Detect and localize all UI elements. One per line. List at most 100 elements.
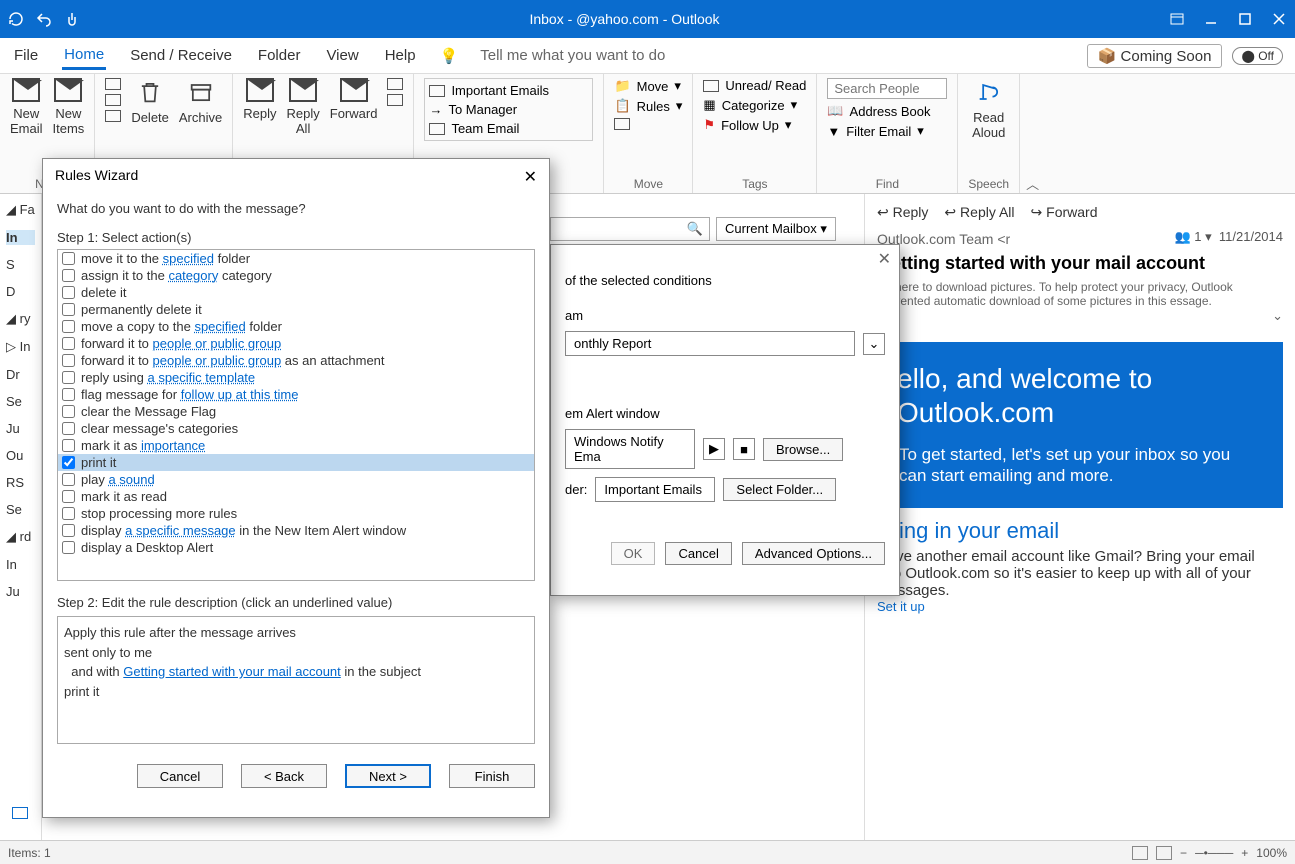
action-link[interactable]: a specific template bbox=[147, 370, 255, 385]
action-link[interactable]: follow up at this time bbox=[181, 387, 299, 402]
action-link[interactable]: a specific message bbox=[125, 523, 236, 538]
search-input[interactable]: 🔍 bbox=[550, 217, 710, 241]
zoom-out-button[interactable]: − bbox=[1180, 846, 1187, 860]
action-checkbox[interactable] bbox=[62, 269, 75, 282]
action-item[interactable]: play a sound bbox=[58, 471, 534, 488]
folder-item[interactable]: D bbox=[6, 284, 35, 299]
undo-icon[interactable] bbox=[36, 11, 52, 27]
action-checkbox[interactable] bbox=[62, 524, 75, 537]
close-icon[interactable]: ✕ bbox=[524, 167, 537, 187]
action-checkbox[interactable] bbox=[62, 388, 75, 401]
folder-item[interactable]: ▷ In bbox=[6, 339, 35, 355]
action-checkbox[interactable] bbox=[62, 541, 75, 554]
action-checkbox[interactable] bbox=[62, 422, 75, 435]
close-icon[interactable]: ✕ bbox=[878, 249, 891, 269]
followup-button[interactable]: ⚑Follow Up ▾ bbox=[703, 117, 806, 133]
folder-item[interactable]: Se bbox=[6, 502, 35, 517]
folder-item[interactable]: RS bbox=[6, 475, 35, 490]
setup-link[interactable]: Set it up bbox=[877, 599, 1283, 614]
reply-all-action[interactable]: ↩ Reply All bbox=[944, 204, 1014, 221]
read-aloud-button[interactable]: Read Aloud bbox=[968, 78, 1009, 140]
finish-button[interactable]: Finish bbox=[449, 764, 535, 788]
folder-item[interactable]: Ou bbox=[6, 448, 35, 463]
action-checkbox[interactable] bbox=[62, 439, 75, 452]
cancel-button[interactable]: Cancel bbox=[137, 764, 223, 788]
move-button[interactable]: 📁Move ▾ bbox=[614, 78, 682, 94]
view-reading-icon[interactable] bbox=[1156, 846, 1172, 860]
more-respond-icon[interactable] bbox=[387, 94, 403, 106]
minimize-icon[interactable] bbox=[1203, 11, 1219, 27]
action-item[interactable]: delete it bbox=[58, 284, 534, 301]
actions-list[interactable]: move it to the specified folderassign it… bbox=[57, 249, 535, 581]
next-button[interactable]: Next > bbox=[345, 764, 431, 788]
action-checkbox[interactable] bbox=[62, 303, 75, 316]
folder-item[interactable]: S bbox=[6, 257, 35, 272]
reply-button[interactable]: Reply bbox=[243, 78, 276, 121]
action-item[interactable]: display a Desktop Alert bbox=[58, 539, 534, 556]
action-item[interactable]: flag message for follow up at this time bbox=[58, 386, 534, 403]
action-item[interactable]: reply using a specific template bbox=[58, 369, 534, 386]
rules-button[interactable]: 📋Rules ▾ bbox=[614, 98, 682, 114]
action-item[interactable]: forward it to people or public group bbox=[58, 335, 534, 352]
new-email-button[interactable]: New Email bbox=[10, 78, 43, 136]
action-link[interactable]: people or public group bbox=[153, 336, 282, 351]
back-button[interactable]: < Back bbox=[241, 764, 327, 788]
folder-item[interactable]: In bbox=[6, 557, 35, 572]
tell-me-input[interactable]: Tell me what you want to do bbox=[480, 47, 665, 64]
action-checkbox[interactable] bbox=[62, 320, 75, 333]
advanced-button[interactable]: Advanced Options... bbox=[742, 542, 885, 565]
delete-button[interactable]: Delete bbox=[131, 78, 169, 125]
tab-home[interactable]: Home bbox=[62, 42, 106, 70]
expand-caret-icon[interactable]: ⌄ bbox=[877, 308, 1283, 324]
forward-action[interactable]: ↪ Forward bbox=[1031, 204, 1098, 221]
action-item[interactable]: stop processing more rules bbox=[58, 505, 534, 522]
action-checkbox[interactable] bbox=[62, 507, 75, 520]
new-items-button[interactable]: New Items bbox=[53, 78, 85, 136]
maximize-icon[interactable] bbox=[1237, 11, 1253, 27]
action-item[interactable]: mark it as importance bbox=[58, 437, 534, 454]
action-item[interactable]: forward it to people or public group as … bbox=[58, 352, 534, 369]
qs-manager[interactable]: →To Manager bbox=[429, 102, 588, 117]
action-link[interactable]: category bbox=[168, 268, 218, 283]
qs-important[interactable]: Important Emails bbox=[429, 83, 588, 98]
action-item[interactable]: clear the Message Flag bbox=[58, 403, 534, 420]
onenote-button[interactable] bbox=[614, 118, 682, 130]
select-folder-button[interactable]: Select Folder... bbox=[723, 478, 836, 501]
action-checkbox[interactable] bbox=[62, 371, 75, 384]
action-link[interactable]: people or public group bbox=[153, 353, 282, 368]
play-icon[interactable]: ▶ bbox=[703, 438, 725, 460]
folder-item[interactable]: Dr bbox=[6, 367, 35, 382]
tab-help[interactable]: Help bbox=[383, 43, 418, 68]
subject-link[interactable]: Getting started with your mail account bbox=[123, 664, 341, 679]
action-link[interactable]: a sound bbox=[108, 472, 154, 487]
stop-icon[interactable]: ■ bbox=[733, 438, 755, 460]
ignore-icon[interactable] bbox=[105, 78, 121, 90]
action-item[interactable]: move it to the specified folder bbox=[58, 250, 534, 267]
archive-button[interactable]: Archive bbox=[179, 78, 222, 125]
meeting-icon[interactable] bbox=[387, 78, 403, 90]
junk-icon[interactable] bbox=[105, 110, 121, 122]
dropdown-icon[interactable]: ⌄ bbox=[863, 333, 885, 355]
reply-action[interactable]: ↩ Reply bbox=[877, 204, 928, 221]
collapse-ribbon-icon[interactable]: ︿ bbox=[1026, 174, 1039, 193]
forward-button[interactable]: Forward bbox=[330, 78, 378, 121]
action-link[interactable]: specified bbox=[163, 251, 214, 266]
refresh-icon[interactable] bbox=[8, 11, 24, 27]
action-item[interactable]: clear message's categories bbox=[58, 420, 534, 437]
tab-send-receive[interactable]: Send / Receive bbox=[128, 43, 234, 68]
action-checkbox[interactable] bbox=[62, 456, 75, 469]
browse-button[interactable]: Browse... bbox=[763, 438, 843, 461]
unread-button[interactable]: Unread/ Read bbox=[703, 78, 806, 93]
action-link[interactable]: importance bbox=[141, 438, 205, 453]
coming-soon-toggle[interactable]: ⬤ Off bbox=[1232, 47, 1283, 65]
action-item[interactable]: print it bbox=[58, 454, 534, 471]
inbox-folder[interactable]: In bbox=[6, 230, 35, 245]
account-header[interactable]: ◢ ry bbox=[6, 311, 35, 327]
action-checkbox[interactable] bbox=[62, 286, 75, 299]
close-icon[interactable] bbox=[1271, 11, 1287, 27]
touch-icon[interactable] bbox=[64, 11, 80, 27]
action-checkbox[interactable] bbox=[62, 354, 75, 367]
folder-item[interactable]: Ju bbox=[6, 584, 35, 599]
address-book-button[interactable]: 📖Address Book bbox=[827, 103, 947, 119]
zoom-in-button[interactable]: + bbox=[1241, 846, 1248, 860]
